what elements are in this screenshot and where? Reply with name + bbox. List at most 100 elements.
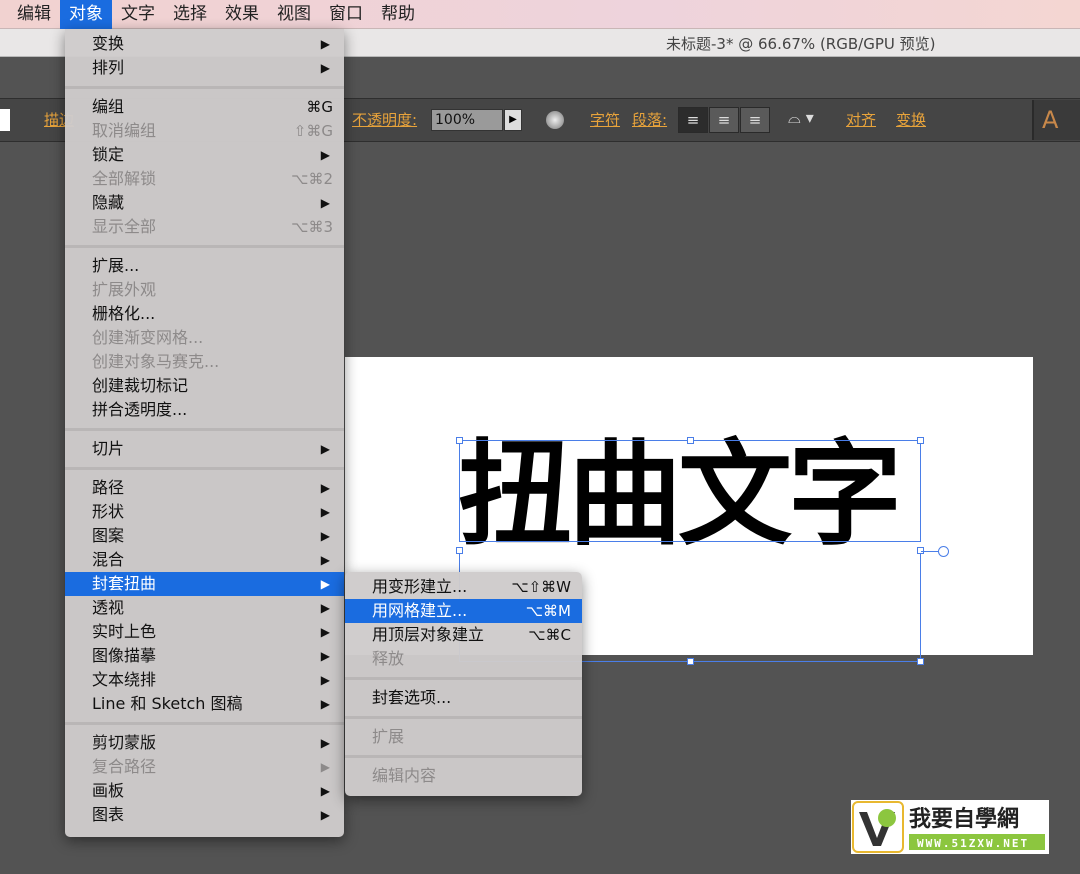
menu-item-label: 用变形建立...: [372, 577, 468, 596]
opacity-label[interactable]: 不透明度:: [352, 109, 417, 130]
menu-item-label: 实时上色: [92, 622, 157, 641]
warp-icon[interactable]: ⌓ ▾: [788, 108, 814, 128]
menu-item[interactable]: 封套选项...: [345, 686, 582, 710]
menu-item-label: 编组: [92, 97, 125, 116]
menu-item[interactable]: 透视 ▶: [65, 596, 344, 620]
menu-0[interactable]: 编辑: [8, 0, 60, 29]
menu-5[interactable]: 视图: [268, 0, 320, 29]
menu-6[interactable]: 窗口: [320, 0, 372, 29]
character-link[interactable]: 字符: [590, 109, 620, 130]
submenu-arrow-icon: ▶: [320, 442, 330, 456]
menu-item-label: Line 和 Sketch 图稿: [92, 694, 243, 713]
menu-item[interactable]: 创建对象马赛克...: [65, 350, 344, 374]
menu-item-label: 创建裁切标记: [92, 376, 189, 395]
handle[interactable]: [456, 437, 463, 444]
menu-item[interactable]: 实时上色 ▶: [65, 620, 344, 644]
handle[interactable]: [917, 658, 924, 665]
opacity-dropdown-button[interactable]: ▶: [504, 109, 522, 131]
menu-item[interactable]: 形状 ▶: [65, 500, 344, 524]
menu-separator: [65, 716, 344, 731]
menu-item[interactable]: 拼合透明度...: [65, 398, 344, 422]
menu-item[interactable]: 文本绕排 ▶: [65, 668, 344, 692]
menu-item-label: 取消编组: [92, 121, 157, 140]
submenu-arrow-icon: ▶: [320, 673, 330, 687]
menu-item[interactable]: 用网格建立... ⌥⌘M: [345, 599, 582, 623]
menu-item-label: 释放: [372, 649, 405, 668]
menu-item[interactable]: 图像描摹 ▶: [65, 644, 344, 668]
menu-item[interactable]: 显示全部 ⌥⌘3: [65, 215, 344, 239]
menu-item-label: 扩展: [372, 727, 405, 746]
menu-item[interactable]: 混合 ▶: [65, 548, 344, 572]
menu-item-label: 封套选项...: [372, 688, 452, 707]
handle[interactable]: [917, 437, 924, 444]
shortcut: ⌥⌘3: [291, 218, 333, 236]
handle[interactable]: [456, 547, 463, 554]
panel-tab[interactable]: A: [1032, 100, 1080, 140]
menu-item[interactable]: 锁定 ▶: [65, 143, 344, 167]
menu-7[interactable]: 帮助: [372, 0, 424, 29]
opacity-input[interactable]: 100%: [431, 109, 503, 131]
menu-item[interactable]: 切片 ▶: [65, 437, 344, 461]
menu-item[interactable]: 全部解锁 ⌥⌘2: [65, 167, 344, 191]
menu-item-label: 拼合透明度...: [92, 400, 188, 419]
menu-item-label: 图像描摹: [92, 646, 157, 665]
menu-2[interactable]: 文字: [112, 0, 164, 29]
menu-item[interactable]: 创建渐变网格...: [65, 326, 344, 350]
submenu-arrow-icon: ▶: [320, 697, 330, 711]
menu-item-label: 混合: [92, 550, 125, 569]
menu-item-label: 全部解锁: [92, 169, 157, 188]
menu-item[interactable]: 编组 ⌘G: [65, 95, 344, 119]
menu-item[interactable]: 复合路径 ▶: [65, 755, 344, 779]
menu-item-label: 图案: [92, 526, 125, 545]
menu-item[interactable]: 栅格化...: [65, 302, 344, 326]
menu-item-label: 切片: [92, 439, 125, 458]
menu-item[interactable]: 路径 ▶: [65, 476, 344, 500]
shortcut: ⌥⇧⌘W: [511, 578, 571, 596]
menu-item[interactable]: 封套扭曲 ▶: [65, 572, 344, 596]
handle[interactable]: [687, 658, 694, 665]
menu-item[interactable]: 创建裁切标记: [65, 374, 344, 398]
menu-item[interactable]: 用顶层对象建立 ⌥⌘C: [345, 623, 582, 647]
transform-link[interactable]: 变换: [896, 109, 926, 130]
out-port[interactable]: [938, 546, 949, 557]
stroke-swatch[interactable]: [0, 109, 10, 131]
handle[interactable]: [687, 437, 694, 444]
recolor-icon[interactable]: [546, 111, 564, 129]
menu-item[interactable]: 剪切蒙版 ▶: [65, 731, 344, 755]
menu-item[interactable]: 用变形建立... ⌥⇧⌘W: [345, 575, 582, 599]
document-title: 未标题-3* @ 66.67% (RGB/GPU 预览): [666, 35, 936, 53]
menu-1[interactable]: 对象: [60, 0, 112, 29]
paragraph-link[interactable]: 段落:: [632, 109, 667, 130]
menu-4[interactable]: 效果: [216, 0, 268, 29]
menu-item[interactable]: 扩展: [345, 725, 582, 749]
menu-3[interactable]: 选择: [164, 0, 216, 29]
menu-item[interactable]: 扩展...: [65, 254, 344, 278]
submenu-arrow-icon: ▶: [320, 577, 330, 591]
align-link[interactable]: 对齐: [846, 109, 876, 130]
align-center-icon[interactable]: ≡: [709, 107, 739, 133]
svg-text:我要自學網: 我要自學網: [909, 806, 1019, 832]
menu-item[interactable]: 画板 ▶: [65, 779, 344, 803]
align-right-icon[interactable]: ≡: [740, 107, 770, 133]
menu-separator: [65, 239, 344, 254]
menu-item[interactable]: 图案 ▶: [65, 524, 344, 548]
menu-item-label: 锁定: [92, 145, 125, 164]
menu-item[interactable]: 隐藏 ▶: [65, 191, 344, 215]
menu-item[interactable]: 释放: [345, 647, 582, 671]
menu-item[interactable]: 取消编组 ⇧⌘G: [65, 119, 344, 143]
watermark-logo: 我要自學網 WWW.51ZXW.NET: [851, 800, 1049, 854]
menu-separator: [65, 461, 344, 476]
menu-item-label: 形状: [92, 502, 125, 521]
menu-item[interactable]: 扩展外观: [65, 278, 344, 302]
menu-item[interactable]: Line 和 Sketch 图稿 ▶: [65, 692, 344, 716]
port-line: [921, 551, 939, 552]
menu-item[interactable]: 图表 ▶: [65, 803, 344, 827]
align-left-icon[interactable]: ≡: [678, 107, 708, 133]
submenu-arrow-icon: ▶: [320, 505, 330, 519]
submenu-arrow-icon: ▶: [320, 601, 330, 615]
menu-item-label: 用顶层对象建立: [372, 625, 485, 644]
menu-item[interactable]: 编辑内容: [345, 764, 582, 788]
menu-item[interactable]: 排列 ▶: [65, 56, 344, 80]
menu-item[interactable]: 变换 ▶: [65, 32, 344, 56]
menu-item-label: 创建对象马赛克...: [92, 352, 220, 371]
